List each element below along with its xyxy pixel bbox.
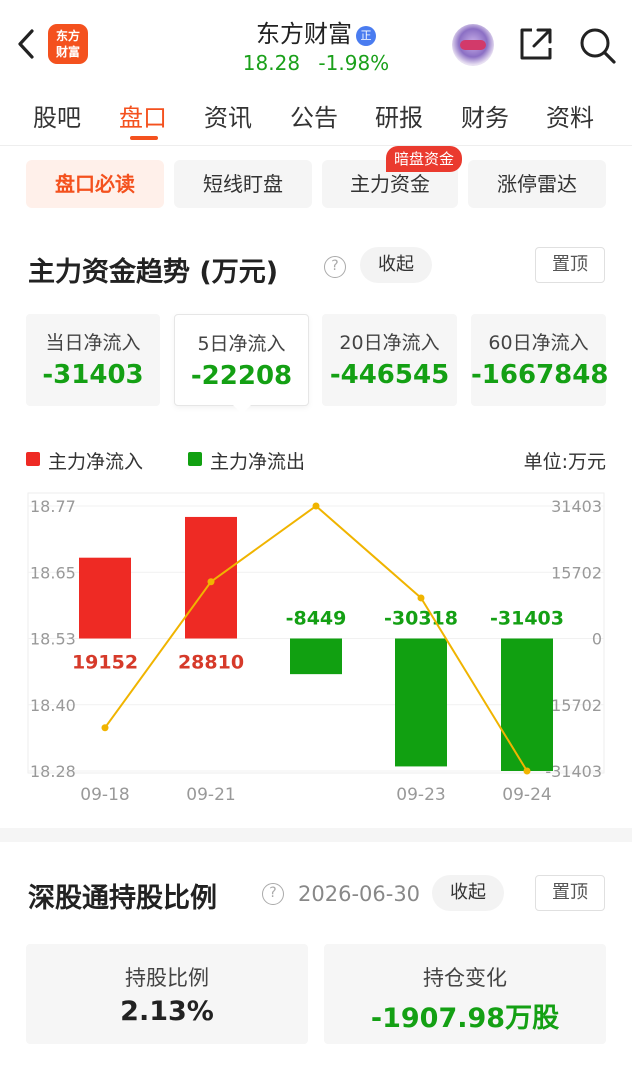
flow-card-value: -22208 bbox=[190, 361, 293, 391]
tab-profile[interactable]: 资料 bbox=[546, 98, 594, 133]
right-tick-label: -15702 bbox=[545, 696, 602, 715]
subtab-short-watch[interactable]: 短线盯盘 bbox=[174, 160, 312, 208]
right-tick-label: 31403 bbox=[551, 497, 602, 516]
left-tick-label: 18.65 bbox=[30, 563, 76, 582]
outflow-bar bbox=[501, 638, 553, 771]
flow-card-value: -1667848 bbox=[471, 360, 609, 390]
left-tick-label: 18.53 bbox=[30, 630, 76, 649]
inflow-bar bbox=[79, 557, 131, 639]
price-point bbox=[417, 594, 425, 602]
right-tick-label: 15702 bbox=[551, 563, 602, 582]
bar-value-label: -31403 bbox=[490, 608, 564, 630]
left-tick-label: 18.40 bbox=[30, 696, 76, 715]
holding-ratio-value: 2.13% bbox=[120, 996, 214, 1027]
outflow-bar bbox=[395, 638, 447, 767]
legend-inflow-swatch bbox=[26, 452, 40, 466]
price-point bbox=[207, 578, 215, 586]
price-point bbox=[312, 502, 320, 510]
right-tick-label: 0 bbox=[592, 630, 602, 649]
top-bar: 东方 财富 东方财富正 18.28 -1.98% bbox=[0, 0, 632, 84]
bar-value-label: 28810 bbox=[178, 652, 244, 674]
x-tick-label: 09-21 bbox=[186, 785, 235, 805]
tab-research[interactable]: 研报 bbox=[375, 98, 423, 133]
flow-card-label: 当日净流入 bbox=[45, 332, 141, 354]
flow-card-label: 60日净流入 bbox=[488, 332, 589, 354]
legend-inflow-label: 主力净流入 bbox=[48, 451, 144, 473]
main-tabs: 股吧 盘口 资讯 公告 研报 财务 资料 bbox=[0, 84, 632, 146]
holding-change-card: 持仓变化 -1907.98万股 bbox=[324, 944, 606, 1044]
collapse-button[interactable]: 收起 bbox=[360, 247, 432, 283]
tab-news[interactable]: 资讯 bbox=[204, 98, 252, 133]
pin-top-button[interactable]: 置顶 bbox=[535, 875, 605, 911]
bar-value-label: -30318 bbox=[384, 608, 458, 630]
flow-card-value: -446545 bbox=[329, 360, 450, 390]
holding-change-value: -1907.98万股 bbox=[370, 1003, 560, 1034]
selected-card-pointer bbox=[233, 405, 251, 414]
x-tick-label: 09-23 bbox=[396, 785, 445, 805]
subtab-limit-radar[interactable]: 涨停雷达 bbox=[468, 160, 606, 208]
stock-price: 18.28 bbox=[242, 51, 301, 75]
help-icon[interactable]: ? bbox=[324, 256, 346, 278]
right-tick-label: -31403 bbox=[545, 762, 602, 781]
holding-change-label: 持仓变化 bbox=[423, 966, 507, 990]
search-icon[interactable] bbox=[578, 26, 618, 64]
legend-outflow-swatch bbox=[188, 452, 202, 466]
unit-label: 单位:万元 bbox=[523, 451, 606, 473]
flow-card-60day[interactable]: 60日净流入 -1667848 bbox=[471, 314, 609, 406]
legend-outflow-label: 主力净流出 bbox=[210, 451, 306, 473]
price-point bbox=[101, 724, 109, 732]
x-tick-label: 09-18 bbox=[80, 785, 129, 805]
pin-top-button[interactable]: 置顶 bbox=[535, 247, 605, 283]
holding-ratio-card: 持股比例 2.13% bbox=[26, 944, 308, 1044]
share-icon[interactable] bbox=[518, 26, 554, 62]
left-tick-label: 18.28 bbox=[30, 762, 76, 781]
flow-card-value: -31403 bbox=[42, 360, 144, 390]
inflow-bar bbox=[185, 516, 237, 639]
holding-date: 2026-06-30 bbox=[298, 882, 421, 906]
help-icon[interactable]: ? bbox=[262, 883, 284, 905]
dark-pool-badge: 暗盘资金 bbox=[386, 146, 463, 172]
flow-card-today[interactable]: 当日净流入 -31403 bbox=[26, 314, 160, 406]
collapse-button[interactable]: 收起 bbox=[432, 875, 504, 911]
tab-finance[interactable]: 财务 bbox=[461, 98, 509, 133]
verified-badge: 正 bbox=[356, 26, 376, 46]
fund-section-title: 主力资金趋势 (万元) bbox=[28, 257, 279, 288]
flow-card-20day[interactable]: 20日净流入 -446545 bbox=[322, 314, 457, 406]
bar-value-label: -8449 bbox=[286, 608, 347, 630]
holding-ratio-label: 持股比例 bbox=[125, 966, 209, 990]
tab-announcements[interactable]: 公告 bbox=[290, 98, 338, 133]
flow-card-5day[interactable]: 5日净流入 -22208 bbox=[174, 314, 309, 406]
active-tab-indicator bbox=[130, 136, 158, 140]
stock-name: 东方财富 bbox=[256, 20, 352, 48]
stock-change-pct: -1.98% bbox=[318, 51, 390, 75]
flow-card-label: 20日净流入 bbox=[339, 332, 440, 354]
holding-section-title: 深股通持股比例 bbox=[28, 883, 217, 914]
tab-guba[interactable]: 股吧 bbox=[33, 98, 81, 133]
tab-pankou[interactable]: 盘口 bbox=[119, 98, 167, 133]
price-point bbox=[523, 767, 531, 775]
main-fund-chart: 18.77 18.65 18.53 18.40 18.28 31403 15702 0 -157… bbox=[27, 492, 605, 805]
robot-avatar-icon[interactable] bbox=[452, 24, 494, 66]
section-divider bbox=[0, 828, 632, 842]
flow-card-label: 5日净流入 bbox=[197, 333, 286, 355]
bar-value-label: 19152 bbox=[72, 652, 138, 674]
x-tick-label: 09-24 bbox=[502, 785, 551, 805]
subtab-must-read[interactable]: 盘口必读 bbox=[26, 160, 164, 208]
outflow-bar bbox=[290, 638, 342, 675]
left-tick-label: 18.77 bbox=[30, 497, 76, 516]
